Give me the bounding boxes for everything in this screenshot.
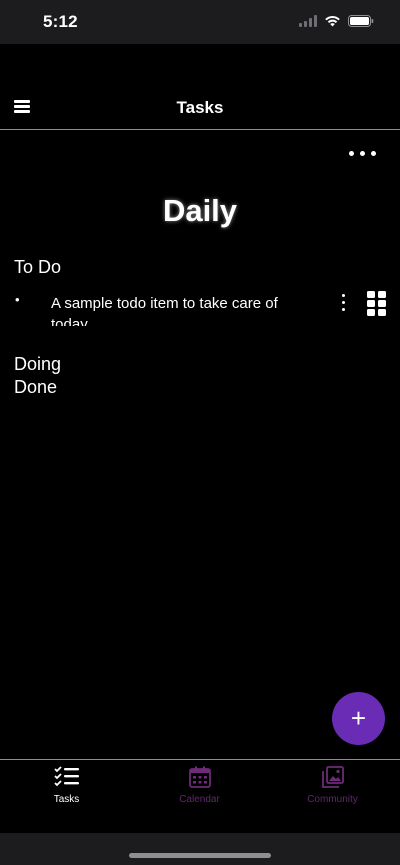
section-heading-doing: Doing: [14, 354, 62, 374]
more-options-button[interactable]: [349, 151, 376, 156]
tab-label-community: Community: [307, 794, 358, 805]
task-bullet: •: [15, 292, 20, 307]
page-title: Daily: [162, 193, 238, 228]
tab-tasks[interactable]: Tasks: [0, 760, 133, 834]
more-horizontal-icon: [349, 151, 354, 156]
checklist-icon: [53, 766, 80, 793]
tab-calendar[interactable]: Calendar: [133, 760, 266, 834]
plus-icon: +: [350, 702, 367, 733]
status-time: 5:12: [43, 12, 78, 31]
photo-gallery-icon: [321, 766, 344, 793]
status-bar: 5:12: [0, 0, 400, 44]
tab-label-calendar: Calendar: [179, 794, 220, 805]
home-indicator[interactable]: [129, 853, 271, 858]
task-more-vertical-icon[interactable]: [341, 294, 347, 314]
wifi-icon: [324, 14, 341, 32]
app-header: Tasks: [0, 44, 400, 130]
tab-label-tasks: Tasks: [53, 794, 80, 805]
tab-bar: Tasks Calendar Community: [0, 759, 400, 834]
task-item[interactable]: • A sample todo item to take care of tod…: [0, 288, 400, 326]
add-task-button[interactable]: +: [332, 692, 385, 745]
tab-community[interactable]: Community: [266, 760, 399, 834]
header-title: Tasks: [176, 98, 224, 117]
home-indicator-area: [0, 833, 400, 865]
calendar-icon: [188, 766, 211, 793]
task-text[interactable]: A sample todo item to take care of today: [51, 293, 311, 326]
battery-icon: [348, 14, 374, 32]
section-heading-done: Done: [14, 377, 58, 397]
section-heading-todo: To Do: [14, 257, 62, 277]
status-icons: [299, 14, 374, 32]
signal-icon: [299, 14, 317, 32]
drag-handle-icon[interactable]: [367, 291, 387, 316]
